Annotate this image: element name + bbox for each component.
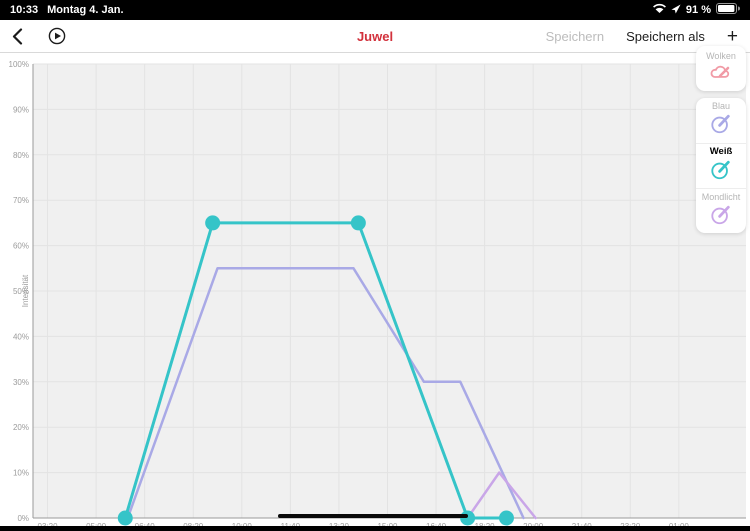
- series-weiß-point[interactable]: [351, 215, 366, 230]
- back-button[interactable]: [12, 26, 32, 46]
- circle-pen-icon: [710, 204, 732, 231]
- x-tick-label: 13:20: [329, 522, 350, 526]
- x-tick-label: 18:20: [475, 522, 496, 526]
- x-tick-label: 03:20: [38, 522, 59, 526]
- channel-label: Wolken: [706, 51, 736, 61]
- channel-button-wolken[interactable]: Wolken: [696, 46, 746, 91]
- channel-card-wolken: Wolken: [696, 46, 746, 91]
- x-tick-label: 10:00: [232, 522, 253, 526]
- y-tick-label: 100%: [9, 60, 29, 69]
- add-button[interactable]: +: [727, 27, 738, 46]
- y-tick-label: 70%: [13, 196, 29, 205]
- app-surface: Juwel Speichern Speichern als + 0% 10% 20%…: [0, 20, 750, 526]
- y-tick-label: 40%: [13, 332, 29, 341]
- x-tick-label: 20:00: [523, 522, 544, 526]
- y-tick-label: 30%: [13, 378, 29, 387]
- series-weiß-point[interactable]: [118, 511, 133, 526]
- intensity-chart: 0%10%20%30%40%50%60%70%80%90%100%03:2005…: [0, 53, 750, 526]
- y-tick-label: 60%: [13, 242, 29, 251]
- channel-label: Blau: [712, 101, 730, 111]
- channel-button-blau[interactable]: Blau: [696, 98, 746, 143]
- y-tick-label: 20%: [13, 423, 29, 432]
- x-tick-label: 05:00: [86, 522, 107, 526]
- save-as-button[interactable]: Speichern als: [626, 29, 705, 44]
- channel-button-mondlicht[interactable]: Mondlicht: [696, 188, 746, 233]
- wifi-icon: [653, 3, 666, 17]
- chart-canvas: 0%10%20%30%40%50%60%70%80%90%100%03:2005…: [0, 53, 750, 526]
- channel-button-weiss[interactable]: Weiß: [696, 143, 746, 188]
- channel-label: Mondlicht: [702, 192, 741, 202]
- x-tick-label: 01:00: [669, 522, 690, 526]
- battery-percent: 91 %: [686, 4, 711, 16]
- status-time: 10:33: [10, 4, 38, 16]
- play-button[interactable]: [48, 27, 66, 45]
- channel-label: Weiß: [710, 146, 733, 157]
- x-tick-label: 06:40: [135, 522, 156, 526]
- circle-pen-icon: [710, 113, 732, 140]
- nav-bar: Juwel Speichern Speichern als +: [0, 20, 750, 53]
- x-tick-label: 23:20: [620, 522, 641, 526]
- screen: 10:33 Montag 4. Jan. 91 %: [0, 0, 750, 530]
- y-tick-label: 90%: [13, 105, 29, 114]
- y-axis-title: Intensität: [21, 274, 30, 307]
- channel-card-colors: Blau Weiß: [696, 98, 746, 233]
- series-weiß-point[interactable]: [499, 511, 514, 526]
- series-weiß-point[interactable]: [460, 511, 475, 526]
- channel-panel: Wolken Blau: [696, 46, 746, 233]
- x-tick-label: 11:40: [281, 522, 301, 526]
- series-weiß-point[interactable]: [205, 215, 220, 230]
- y-tick-label: 10%: [13, 469, 29, 478]
- status-date: Montag 4. Jan.: [47, 4, 123, 16]
- cloud-pen-icon: [709, 63, 733, 86]
- location-arrow-icon: [671, 4, 681, 17]
- y-tick-label: 0%: [17, 514, 29, 523]
- x-tick-label: 16:40: [426, 522, 447, 526]
- x-tick-label: 08:20: [183, 522, 204, 526]
- circle-pen-icon: [710, 159, 732, 186]
- x-tick-label: 15:00: [377, 522, 398, 526]
- status-bar: 10:33 Montag 4. Jan. 91 %: [0, 0, 750, 20]
- save-button[interactable]: Speichern: [546, 29, 605, 44]
- home-indicator[interactable]: [278, 514, 468, 518]
- y-tick-label: 80%: [13, 151, 29, 160]
- battery-icon: [716, 3, 740, 17]
- x-tick-label: 21:40: [572, 522, 593, 526]
